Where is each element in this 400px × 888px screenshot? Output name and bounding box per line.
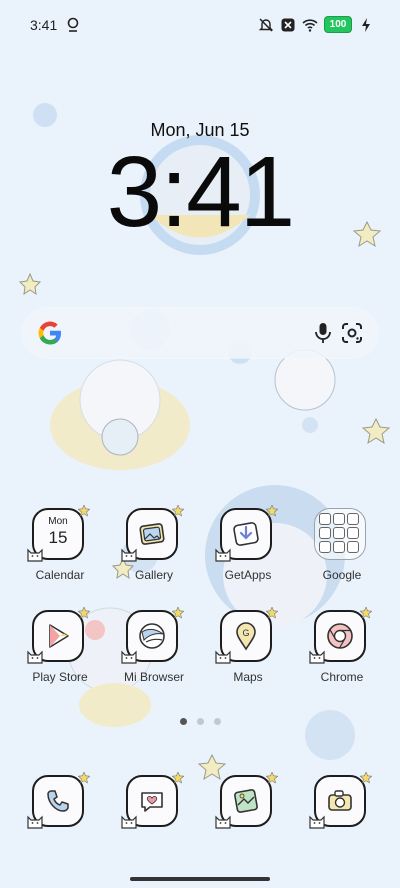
app-play-store[interactable]: Play Store [20,607,100,700]
cat-icon [309,815,325,829]
app-label: Gallery [134,568,173,582]
dock-camera[interactable] [302,772,382,865]
google-g-icon [38,321,61,345]
app-mi-browser[interactable]: Mi Browser [114,607,194,700]
app-maps[interactable]: G Maps [208,607,288,700]
gallery-icon [139,523,165,545]
star-icon [360,607,372,619]
app-getapps[interactable]: GetApps [208,505,288,598]
close-box-icon [281,18,295,31]
star-icon [266,607,278,619]
charging-icon [362,17,370,32]
page-dot[interactable] [179,718,187,725]
app-folder-google[interactable]: Google [302,508,382,598]
dock-messages[interactable] [114,772,194,865]
home-gesture-bar[interactable] [130,877,270,881]
folder-icon [314,508,366,560]
app-label: Chrome [320,670,364,684]
gallery-photo-icon [234,789,258,813]
star-icon [172,607,184,619]
browser-icon [139,623,165,649]
app-label: Play Store [32,670,88,684]
google-lens-icon[interactable] [340,321,364,345]
phone-icon [47,790,69,812]
page-dot[interactable] [213,718,221,725]
mute-icon [258,17,274,32]
app-label: Mi Browser [123,670,184,684]
star-icon [266,772,278,784]
wifi-icon [302,18,318,32]
clock-time[interactable]: 3:41 [0,142,400,242]
cat-icon [309,650,325,664]
chrome-icon [327,623,353,649]
app-label: Maps [233,670,263,684]
cat-icon [27,650,43,664]
play-store-icon [49,624,69,648]
battery-icon: 100 [324,16,352,33]
calendar-day: Mon [48,516,68,527]
status-bar: 3:41 100 [0,0,400,52]
app-gallery[interactable]: Gallery [114,505,194,598]
star-icon [78,505,90,517]
star-icon [172,505,184,517]
google-search-bar[interactable] [22,308,378,358]
svg-text:G: G [242,628,249,638]
camera-icon [328,790,352,811]
cat-icon [215,548,231,562]
app-label: Calendar [35,568,85,582]
microphone-icon[interactable] [312,321,334,345]
app-calendar[interactable]: Mon 15 Calendar [20,505,100,598]
maps-icon: G [236,622,256,651]
app-label: GetApps [224,568,272,582]
cat-icon [215,815,231,829]
cat-icon [215,650,231,664]
cat-icon [121,650,137,664]
app-label: Google [322,568,362,582]
status-time: 3:41 [30,17,58,33]
star-icon [78,607,90,619]
getapps-icon [233,522,259,546]
cat-icon [27,548,43,562]
star-icon [78,772,90,784]
page-indicator[interactable] [0,718,400,725]
page-dot[interactable] [196,718,204,725]
cat-icon [27,815,43,829]
star-icon [266,505,278,517]
dock-gallery[interactable] [208,772,288,865]
messages-icon [141,792,163,812]
dock-phone[interactable] [20,772,100,865]
star-icon [172,772,184,784]
cat-icon [121,815,137,829]
app-chrome[interactable]: Chrome [302,607,382,700]
notification-icon [67,17,79,32]
cat-icon [121,548,137,562]
star-icon [360,772,372,784]
calendar-date: 15 [48,528,68,547]
